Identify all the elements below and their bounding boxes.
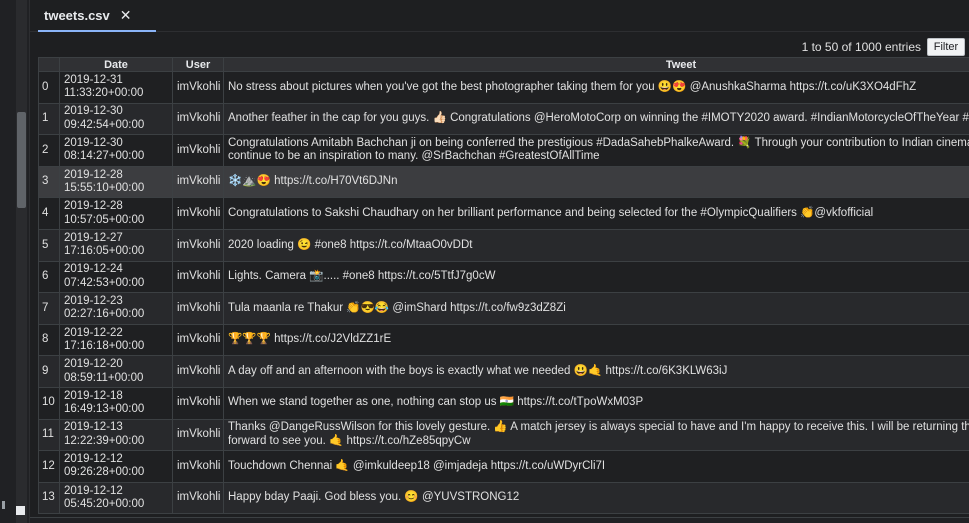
table-row[interactable]: 3 2019-12-28 15:55:10+00:00 imVkohli ❄️⛰️😍 … [38, 165, 969, 199]
date-cell: 2019-12-24 07:42:53+00:00 [59, 260, 173, 294]
date-cell: 2019-12-30 08:14:27+00:00 [59, 134, 173, 167]
date-cell: 2019-12-12 09:26:28+00:00 [59, 450, 173, 483]
row-index-cell: 11 [38, 418, 60, 452]
table-body: 0 2019-12-31 11:33:20+00:00 imVkohli No str… [38, 71, 969, 515]
table-row[interactable]: 13 2019-12-12 05:45:20+00:00 imVkohli Happy… [38, 481, 969, 515]
column-header-tweet[interactable]: Tweet [223, 57, 969, 72]
date-cell: 2019-12-22 17:16:18+00:00 [59, 323, 173, 357]
table-row[interactable]: 4 2019-12-28 10:57:05+00:00 imVkohli Congra… [38, 197, 969, 230]
entries-summary: 1 to 50 of 1000 entries [801, 40, 921, 54]
row-index-cell: 0 [38, 71, 60, 104]
user-cell: imVkohli [172, 71, 224, 104]
user-cell: imVkohli [172, 418, 224, 452]
user-cell: imVkohli [172, 292, 224, 325]
user-cell: imVkohli [172, 323, 224, 357]
date-cell: 2019-12-20 08:59:11+00:00 [59, 355, 173, 388]
data-table-container[interactable]: Date User Tweet 0 2019-12-31 11:33:20+00:… [38, 57, 969, 517]
table-row[interactable]: 11 2019-12-13 12:22:39+00:00 imVkohli Thank… [38, 418, 969, 452]
tab-bar: tweets.csv ✕ [30, 0, 969, 32]
row-index-cell: 5 [38, 228, 60, 262]
date-cell: 2019-12-31 11:33:20+00:00 [59, 71, 173, 104]
tweet-cell: When we stand together as one, nothing c… [223, 386, 969, 420]
table-row[interactable]: 5 2019-12-27 17:16:05+00:00 imVkohli 2020 l… [38, 228, 969, 262]
table-row[interactable]: 7 2019-12-23 02:27:16+00:00 imVkohli Tula m… [38, 292, 969, 325]
tweet-cell: Touchdown Chennai 🤙 @imkuldeep18 @imjade… [223, 450, 969, 483]
user-cell: imVkohli [172, 386, 224, 420]
date-cell: 2019-12-28 15:55:10+00:00 [59, 165, 173, 199]
row-index-cell: 3 [38, 165, 60, 199]
table-row[interactable]: 1 2019-12-30 09:42:54+00:00 imVkohli Anothe… [38, 102, 969, 136]
table-row[interactable]: 6 2019-12-24 07:42:53+00:00 imVkohli Lights… [38, 260, 969, 294]
left-gutter [0, 0, 30, 523]
row-index-cell: 1 [38, 102, 60, 136]
tweet-cell: Happy bday Paaji. God bless you. 😊 @YUVS… [223, 481, 969, 515]
date-cell: 2019-12-23 02:27:16+00:00 [59, 292, 173, 325]
scrollbar-thumb[interactable] [17, 112, 26, 208]
gutter-square-icon [16, 506, 25, 515]
row-index-cell: 9 [38, 355, 60, 388]
user-cell: imVkohli [172, 134, 224, 167]
tweet-cell: Congratulations Amitabh Bachchan ji on b… [223, 134, 969, 167]
tweet-cell: ❄️⛰️😍 https://t.co/H70Vt6DJNn [223, 165, 969, 199]
row-index-cell: 13 [38, 481, 60, 515]
filter-button[interactable]: Filter [927, 38, 965, 56]
user-cell: imVkohli [172, 102, 224, 136]
row-index-cell: 2 [38, 134, 60, 167]
user-cell: imVkohli [172, 355, 224, 388]
data-table: Date User Tweet 0 2019-12-31 11:33:20+00:… [38, 57, 969, 515]
column-header-date[interactable]: Date [59, 57, 173, 72]
user-cell: imVkohli [172, 260, 224, 294]
table-row[interactable]: 12 2019-12-12 09:26:28+00:00 imVkohli Touch… [38, 450, 969, 483]
table-row[interactable]: 2 2019-12-30 08:14:27+00:00 imVkohli Congra… [38, 134, 969, 167]
user-cell: imVkohli [172, 165, 224, 199]
tweet-cell: 🏆🏆🏆 https://t.co/J2VldZZ1rE [223, 323, 969, 357]
row-index-cell: 10 [38, 386, 60, 420]
table-info-bar: 1 to 50 of 1000 entries [30, 32, 969, 56]
tweet-cell: No stress about pictures when you've got… [223, 71, 969, 104]
table-row[interactable]: 8 2019-12-22 17:16:18+00:00 imVkohli 🏆🏆🏆 ht… [38, 323, 969, 357]
row-index-cell: 7 [38, 292, 60, 325]
user-cell: imVkohli [172, 197, 224, 230]
tweet-cell: A day off and an afternoon with the boys… [223, 355, 969, 388]
tweet-cell: Thanks @DangeRussWilson for this lovely … [223, 418, 969, 452]
date-cell: 2019-12-28 10:57:05+00:00 [59, 197, 173, 230]
tweet-cell: Another feather in the cap for you guys.… [223, 102, 969, 136]
date-cell: 2019-12-12 05:45:20+00:00 [59, 481, 173, 515]
date-cell: 2019-12-13 12:22:39+00:00 [59, 418, 173, 452]
tweet-cell: Lights. Camera 📸..... #one8 https://t.co… [223, 260, 969, 294]
column-header-user[interactable]: User [172, 57, 224, 72]
tweet-cell: Tula maanla re Thakur 👏😎😂 @imShard https… [223, 292, 969, 325]
date-cell: 2019-12-27 17:16:05+00:00 [59, 228, 173, 262]
tab-tweets-csv[interactable]: tweets.csv ✕ [38, 0, 156, 32]
row-index-cell: 8 [38, 323, 60, 357]
gutter-marker [2, 501, 5, 509]
scrollbar-track[interactable] [16, 0, 27, 523]
table-row[interactable]: 0 2019-12-31 11:33:20+00:00 imVkohli No str… [38, 71, 969, 104]
user-cell: imVkohli [172, 450, 224, 483]
tweet-cell: 2020 loading 😉 #one8 https://t.co/MtaaO0… [223, 228, 969, 262]
user-cell: imVkohli [172, 481, 224, 515]
close-icon[interactable]: ✕ [120, 7, 132, 24]
user-cell: imVkohli [172, 228, 224, 262]
bottom-strip [30, 517, 969, 523]
tab-title: tweets.csv [44, 7, 110, 23]
date-cell: 2019-12-30 09:42:54+00:00 [59, 102, 173, 136]
table-row[interactable]: 9 2019-12-20 08:59:11+00:00 imVkohli A day … [38, 355, 969, 388]
table-row[interactable]: 10 2019-12-18 16:49:13+00:00 imVkohli When … [38, 386, 969, 420]
row-index-cell: 12 [38, 450, 60, 483]
date-cell: 2019-12-18 16:49:13+00:00 [59, 386, 173, 420]
row-index-cell: 6 [38, 260, 60, 294]
table-header-row: Date User Tweet [38, 57, 969, 72]
column-header-index[interactable] [38, 57, 60, 72]
row-index-cell: 4 [38, 197, 60, 230]
tweet-cell: Congratulations to Sakshi Chaudhary on h… [223, 197, 969, 230]
